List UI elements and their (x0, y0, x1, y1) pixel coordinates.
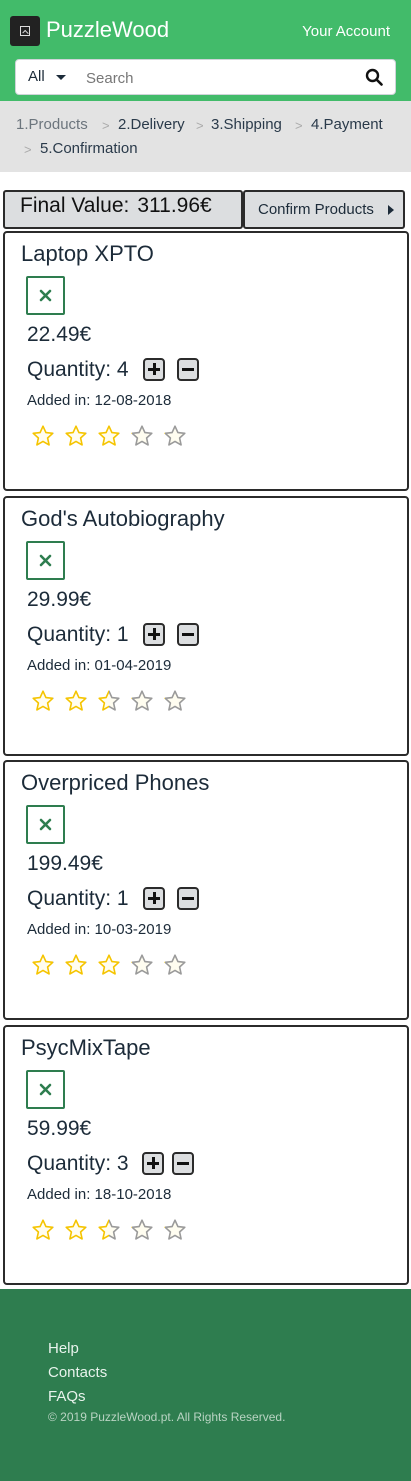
product-quantity: Quantity: 1 (27, 887, 129, 910)
star-icon[interactable] (163, 689, 187, 713)
product-price: 59.99€ (27, 1117, 92, 1140)
product-quantity: Quantity: 1 (27, 623, 129, 646)
star-icon[interactable] (64, 953, 88, 977)
product-price: 22.49€ (27, 323, 92, 346)
product-quantity: Quantity: 4 (27, 358, 129, 381)
chevron-down-icon[interactable] (56, 75, 66, 80)
quantity-increase-button[interactable] (143, 623, 165, 646)
quantity-increase-button[interactable] (143, 887, 165, 910)
minus-icon (182, 633, 194, 636)
final-value-box: Final Value: 311.96€ (3, 190, 243, 229)
close-icon (39, 289, 52, 302)
breadcrumb-step-products[interactable]: 1.Products (16, 116, 88, 133)
minus-icon (177, 1162, 189, 1165)
checkout-breadcrumb: 1.Products > 2.Delivery > 3.Shipping > 4… (0, 101, 411, 172)
star-icon[interactable] (97, 689, 121, 713)
brand-name[interactable]: PuzzleWood (46, 17, 169, 43)
plus-icon-stem (152, 1157, 155, 1169)
quantity-increase-button[interactable] (142, 1152, 164, 1175)
quantity-decrease-button[interactable] (172, 1152, 194, 1175)
product-rating (31, 1218, 201, 1242)
breadcrumb-separator: > (24, 142, 32, 157)
footer-link-help[interactable]: Help (48, 1340, 79, 1357)
product-quantity: Quantity: 3 (27, 1152, 129, 1175)
close-icon (39, 554, 52, 567)
footer-link-contacts[interactable]: Contacts (48, 1364, 107, 1381)
breadcrumb-step-delivery[interactable]: 2.Delivery (118, 116, 185, 133)
product-added-date: Added in: 12-08-2018 (27, 392, 172, 409)
product-rating (31, 953, 201, 977)
breadcrumb-step-shipping[interactable]: 3.Shipping (211, 116, 282, 133)
plus-icon-stem (153, 892, 156, 904)
breadcrumb-separator: > (295, 118, 303, 133)
star-icon[interactable] (97, 1218, 121, 1242)
search-input[interactable] (86, 66, 356, 90)
product-title[interactable]: Laptop XPTO (21, 241, 154, 267)
minus-icon (182, 368, 194, 371)
product-added-date: Added in: 18-10-2018 (27, 1186, 172, 1203)
close-icon (39, 818, 52, 831)
remove-product-button[interactable] (26, 276, 65, 315)
category-select[interactable]: All (28, 68, 45, 85)
breadcrumb-step-confirmation[interactable]: 5.Confirmation (40, 140, 138, 157)
confirm-products-label: Confirm Products (258, 201, 374, 218)
star-icon[interactable] (163, 953, 187, 977)
remove-product-button[interactable] (26, 541, 65, 580)
star-icon[interactable] (31, 424, 55, 448)
star-icon[interactable] (97, 953, 121, 977)
quantity-decrease-button[interactable] (177, 887, 199, 910)
product-added-date: Added in: 10-03-2019 (27, 921, 172, 938)
star-icon[interactable] (130, 424, 154, 448)
star-icon[interactable] (64, 424, 88, 448)
your-account-link[interactable]: Your Account (302, 23, 390, 40)
breadcrumb-separator: > (196, 118, 204, 133)
search-icon[interactable] (365, 68, 383, 86)
product-rating (31, 424, 201, 448)
product-card: Laptop XPTO 22.49€ Quantity: 4 Added in: … (3, 231, 409, 491)
product-card: God's Autobiography 29.99€ Quantity: 1 Ad… (3, 496, 409, 756)
product-title[interactable]: Overpriced Phones (21, 770, 209, 796)
remove-product-button[interactable] (26, 805, 65, 844)
star-icon[interactable] (130, 689, 154, 713)
star-icon[interactable] (64, 689, 88, 713)
product-title[interactable]: God's Autobiography (21, 506, 225, 532)
confirm-products-button[interactable]: Confirm Products (243, 190, 405, 229)
remove-product-button[interactable] (26, 1070, 65, 1109)
final-value-amount: 311.96€ (137, 194, 212, 217)
quantity-increase-button[interactable] (143, 358, 165, 381)
star-icon[interactable] (31, 1218, 55, 1242)
brand-logo-icon[interactable] (10, 16, 40, 46)
copyright-text: © 2019 PuzzleWood.pt. All Rights Reserve… (48, 1410, 286, 1424)
product-title[interactable]: PsycMixTape (21, 1035, 151, 1061)
final-value-label: Final Value: (20, 194, 130, 217)
breadcrumb-step-payment[interactable]: 4.Payment (311, 116, 383, 133)
caret-right-icon (388, 205, 394, 215)
product-price: 199.49€ (27, 852, 103, 875)
footer: Help Contacts FAQs © 2019 PuzzleWood.pt.… (0, 1289, 411, 1481)
star-icon[interactable] (31, 689, 55, 713)
product-rating (31, 689, 201, 713)
footer-link-faqs[interactable]: FAQs (48, 1388, 86, 1405)
search-bar: All (15, 59, 396, 95)
star-icon[interactable] (97, 424, 121, 448)
quantity-decrease-button[interactable] (177, 358, 199, 381)
quantity-decrease-button[interactable] (177, 623, 199, 646)
minus-icon (182, 897, 194, 900)
plus-icon-stem (153, 628, 156, 640)
product-price: 29.99€ (27, 588, 92, 611)
product-card: PsycMixTape 59.99€ Quantity: 3 Added in: … (3, 1025, 409, 1285)
star-icon[interactable] (31, 953, 55, 977)
star-icon[interactable] (163, 1218, 187, 1242)
star-icon[interactable] (64, 1218, 88, 1242)
close-icon (39, 1083, 52, 1096)
star-icon[interactable] (163, 424, 187, 448)
product-card: Overpriced Phones 199.49€ Quantity: 1 Add… (3, 760, 409, 1020)
navbar: PuzzleWood Your Account All (0, 0, 411, 101)
breadcrumb-separator: > (102, 118, 110, 133)
star-icon[interactable] (130, 1218, 154, 1242)
star-icon[interactable] (130, 953, 154, 977)
plus-icon-stem (153, 363, 156, 375)
product-added-date: Added in: 01-04-2019 (27, 657, 172, 674)
